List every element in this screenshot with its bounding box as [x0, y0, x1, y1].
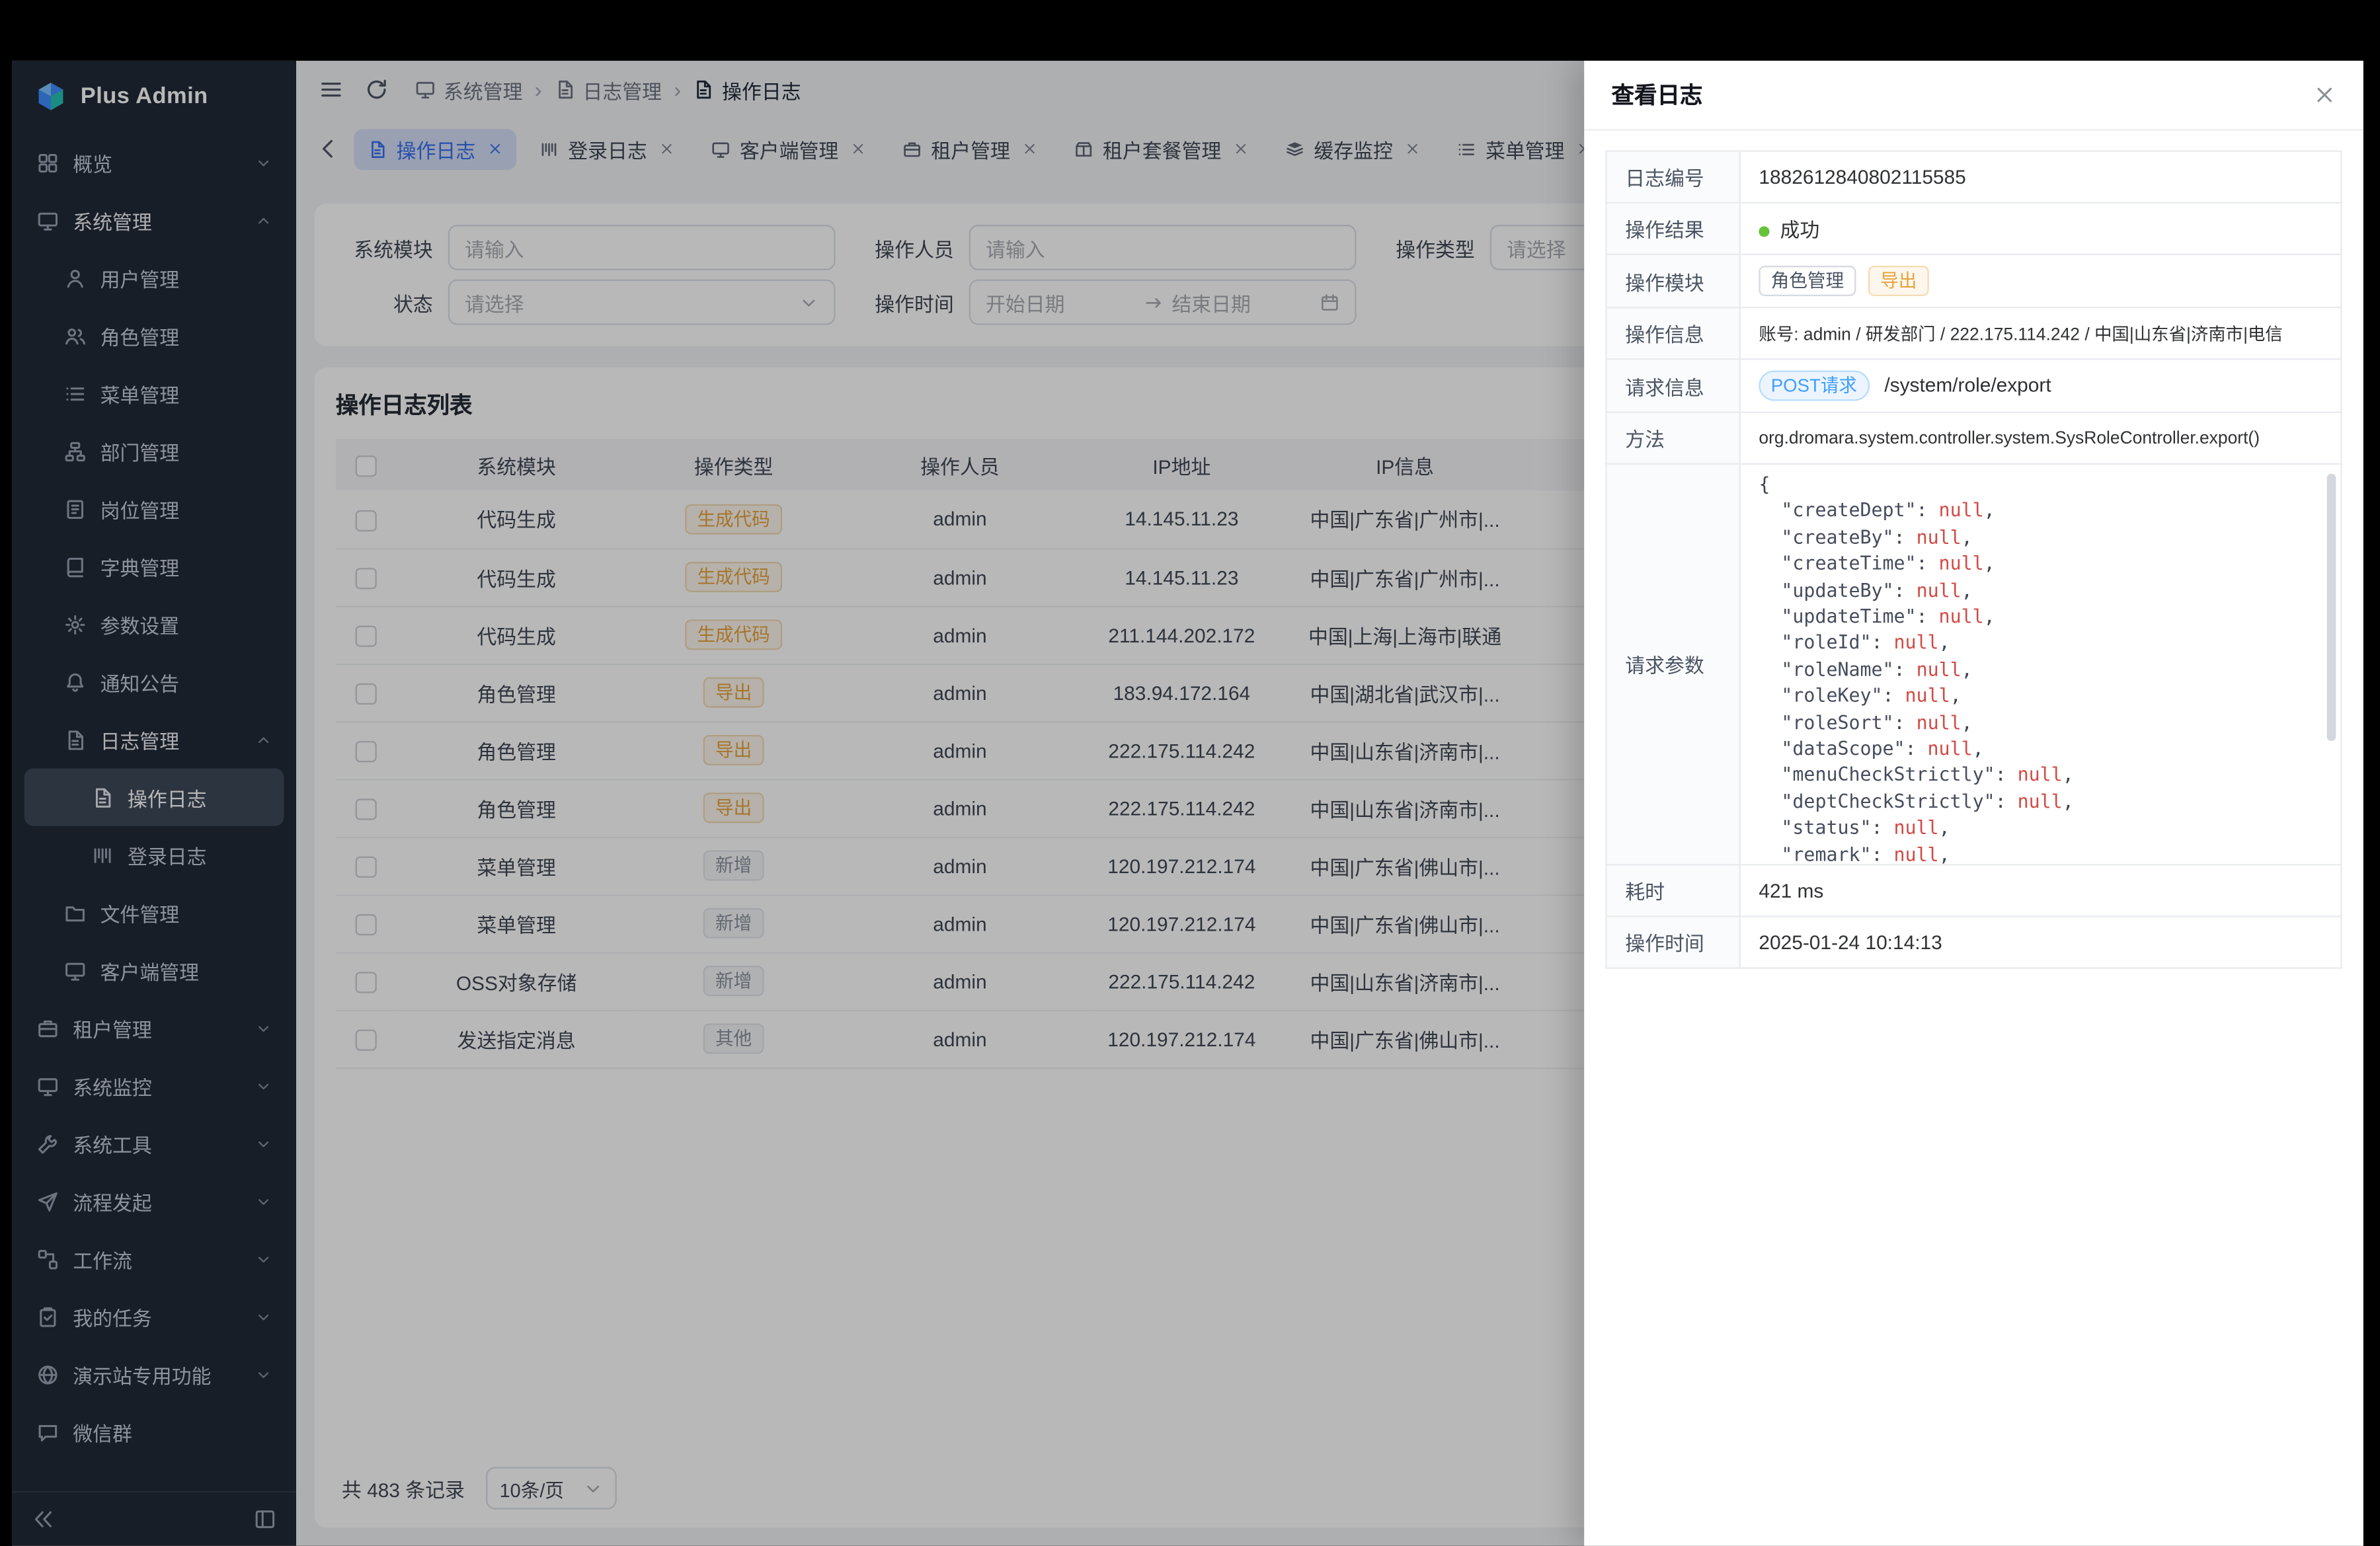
drawer-field-row: 请求参数{ "createDept": null, "createBy": nu…: [1606, 464, 2342, 865]
field-label: 请求信息: [1606, 359, 1740, 412]
request-params-code[interactable]: { "createDept": null, "createBy": null, …: [1741, 465, 2340, 864]
view-log-drawer: 查看日志 日志编号1882612840802115585操作结果成功操作模块角色…: [1584, 61, 2363, 1546]
field-value: { "createDept": null, "createBy": null, …: [1740, 464, 2342, 865]
field-label: 请求参数: [1606, 464, 1740, 865]
field-label: 操作结果: [1606, 203, 1740, 254]
drawer-title: 查看日志: [1612, 79, 1703, 110]
field-value: 成功: [1740, 203, 2342, 254]
drawer-close-button[interactable]: [2313, 83, 2336, 106]
drawer-field-row: 操作时间2025-01-24 10:14:13: [1606, 916, 2342, 968]
field-label: 日志编号: [1606, 151, 1740, 203]
field-label: 耗时: [1606, 865, 1740, 916]
field-value: org.dromara.system.controller.system.Sys…: [1740, 412, 2342, 464]
field-value: 1882612840802115585: [1740, 151, 2342, 203]
drawer-header: 查看日志: [1584, 61, 2363, 131]
field-value: 2025-01-24 10:14:13: [1740, 916, 2342, 968]
drawer-field-row: 操作信息账号: admin / 研发部门 / 222.175.114.242 /…: [1606, 307, 2342, 359]
drawer-body: 日志编号1882612840802115585操作结果成功操作模块角色管理导出操…: [1584, 131, 2363, 1546]
drawer-field-row: 请求信息POST请求/system/role/export: [1606, 359, 2342, 412]
screen: Plus Admin 概览系统管理用户管理角色管理菜单管理部门管理岗位管理字典管…: [0, 0, 2380, 1546]
module-tag: 导出: [1868, 266, 1929, 296]
field-value: POST请求/system/role/export: [1740, 359, 2342, 412]
field-label: 操作信息: [1606, 307, 1740, 359]
log-detail-table: 日志编号1882612840802115585操作结果成功操作模块角色管理导出操…: [1605, 150, 2342, 968]
drawer-field-row: 操作模块角色管理导出: [1606, 254, 2342, 307]
field-label: 操作模块: [1606, 254, 1740, 307]
field-value: 421 ms: [1740, 865, 2342, 916]
drawer-field-row: 日志编号1882612840802115585: [1606, 151, 2342, 203]
scrollbar-thumb[interactable]: [2327, 474, 2336, 741]
close-icon: [2313, 83, 2336, 106]
field-value: 角色管理导出: [1740, 254, 2342, 307]
drawer-field-row: 操作结果成功: [1606, 203, 2342, 254]
field-label: 操作时间: [1606, 916, 1740, 968]
drawer-field-row: 方法org.dromara.system.controller.system.S…: [1606, 412, 2342, 464]
http-method-tag: POST请求: [1759, 371, 1869, 401]
drawer-field-row: 耗时421 ms: [1606, 865, 2342, 916]
drawer-desc-body: 日志编号1882612840802115585操作结果成功操作模块角色管理导出操…: [1606, 151, 2342, 968]
field-label: 方法: [1606, 412, 1740, 464]
module-tag: 角色管理: [1759, 266, 1856, 296]
request-url: /system/role/export: [1884, 373, 2051, 396]
json-code: { "createDept": null, "createBy": null, …: [1759, 472, 2316, 864]
field-value: 账号: admin / 研发部门 / 222.175.114.242 / 中国|…: [1740, 307, 2342, 359]
success-dot: [1759, 226, 1769, 237]
